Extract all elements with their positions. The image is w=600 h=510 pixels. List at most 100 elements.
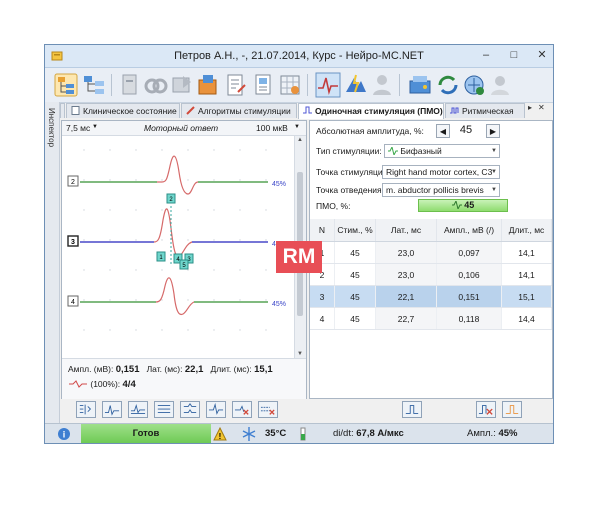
table-row[interactable]: 14523,00,09714,1 [310,241,552,264]
stimulation-settings-panel: Абсолютная амплитуда, %: ◀ 45 ▶ Тип стим… [309,120,553,399]
stack-traces-icon[interactable] [154,401,174,418]
results-table: N Стим., % Лат., мс Ампл., мВ (/) Длит.,… [310,219,552,330]
tab-clinical-state[interactable]: Клиническое состояние [66,103,180,118]
amplitude-decrease-button[interactable]: ◀ [436,124,450,138]
amplitude-label: Абсолютная амплитуда, %: [316,126,424,136]
window-title: Петров А.Н., -, 21.07.2014, Курс - Нейро… [174,50,424,62]
biphasic-icon [388,145,398,157]
evoked-response-plot[interactable]: 2 45% 3 45% 2 1 4 3 5 4 45% [62,136,294,358]
lead-point-select[interactable]: m. abductor pollicis brevis ▼ [382,183,500,197]
tab-close-icon[interactable]: ✕ [538,103,545,112]
didt-value: 67,8 А/мкс [356,428,404,439]
tab-rhythmic[interactable]: Ритмическая [445,103,525,118]
watermark-logo: RM [276,241,322,273]
stim-type-label: Тип стимуляции: [316,146,382,156]
sensitivity-dropdown-icon[interactable]: ▼ [294,124,300,130]
trace-3-response [80,208,268,258]
amplitude-increase-button[interactable]: ▶ [486,124,500,138]
superimpose-icon[interactable] [128,401,148,418]
coil-gray-icon[interactable] [143,72,169,98]
count-value: 4/4 [122,379,136,390]
stimulator-icon[interactable] [343,72,369,98]
save-box-icon[interactable] [195,72,221,98]
delete-pulse-icon[interactable] [476,401,496,418]
chevron-down-icon: ▼ [491,169,497,175]
tab-single-stimulation[interactable]: Одиночная стимуляция (ПМО) [298,103,444,119]
scroll-up-icon[interactable]: ▲ [297,137,303,143]
amp-value: 0,151 [115,364,140,375]
tab-scroll-right-icon[interactable]: ▸ [528,103,532,112]
status-ready: Готов [81,424,211,443]
scroll-down-icon[interactable]: ▼ [297,351,303,357]
report-edit-icon[interactable] [223,72,249,98]
tab-strip: Клиническое состояние Алгоритмы стимуляц… [60,103,553,119]
inspector-label: Инспектор [47,108,56,148]
main-toolbar [45,68,553,103]
patient-tree-icon[interactable] [53,72,79,98]
export-gray-icon[interactable] [169,72,195,98]
trace-overlay-icon[interactable] [76,401,96,418]
inspector-sidebar[interactable]: Инспектор [45,102,60,439]
table-row-selected[interactable]: 3 45 22,1 0,151 15,1 [310,285,552,308]
chevron-down-icon: ▼ [491,148,497,154]
trace-label: 4 [71,299,75,306]
stim-type-select[interactable]: Бифазный ▼ [384,144,500,158]
network-sync-icon[interactable] [461,72,487,98]
title-bar: Петров А.Н., -, 21.07.2014, Курс - Нейро… [45,45,553,68]
temperature-value: 35°C [265,428,287,439]
single-trace-icon[interactable] [206,401,226,418]
evoked-response-panel: 7,5 мс ▼ Моторный ответ 100 мкВ ▼ 2 45% [61,120,307,399]
delete-all-traces-icon[interactable] [258,401,278,418]
algorithm-icon [186,106,195,115]
single-pulse-button[interactable] [402,401,422,418]
trace-2-response [80,155,268,195]
close-button[interactable]: ✕ [535,48,549,62]
dur-value: 15,1 [254,364,273,375]
info-icon[interactable]: i [57,427,71,441]
device-settings-icon[interactable] [407,72,433,98]
amplitude-readout: Ампл.: 45% [467,428,518,439]
sweep-dropdown-icon[interactable]: ▼ [92,124,98,130]
lead-point-label: Точка отведения: [316,185,384,195]
patient-gray-icon[interactable] [369,72,395,98]
table-row[interactable]: 2 45 23,0 0,106 14,1 [310,263,552,286]
protocol-tree-icon[interactable] [81,72,107,98]
print-report-icon[interactable] [251,72,277,98]
document-icon [71,106,80,115]
help-user-icon[interactable] [487,72,513,98]
tab-hidden-edge[interactable] [60,103,65,118]
average-traces-icon[interactable] [102,401,122,418]
refresh-device-icon[interactable] [435,72,461,98]
tab-stim-algorithms[interactable]: Алгоритмы стимуляции [181,103,297,118]
marker-5[interactable]: 5 [179,259,189,270]
rhythm-icon [450,107,459,114]
warning-icon[interactable]: ! [213,427,227,441]
status-amplitude-value: 45% [498,428,518,439]
mode-label: Моторный ответ [144,123,219,133]
response-legend-icon [69,380,87,388]
pmo-indicator: 45 [418,199,508,212]
sweep-select[interactable]: 7,5 мс [66,123,90,133]
marker-1[interactable]: 1 [156,251,166,262]
stim-point-select[interactable]: Right hand motor cortex, C3 ▼ [382,165,500,179]
evoked-response-icon[interactable] [315,72,341,98]
delete-trace-icon[interactable] [232,401,252,418]
status-bar: i Готов ! 35°C di/dt: 67,8 А/мкс Ампл.: … [45,423,553,443]
table-row[interactable]: 4 45 22,7 0,118 14,4 [310,307,552,330]
maximize-button[interactable]: □ [507,48,521,62]
marker-2[interactable]: 2 [166,193,176,204]
document-gray-icon[interactable] [117,72,143,98]
svg-text:i: i [63,430,66,440]
trace-4-percent: 45% [272,301,286,308]
minimize-button[interactable]: – [479,48,493,62]
stim-point-label: Точка стимуляции: [316,167,390,177]
amplitude-value[interactable]: 45 [456,124,476,136]
settings-grid-icon[interactable] [277,72,303,98]
pulse-settings-icon[interactable] [502,401,522,418]
pmo-label: ПМО, %: [316,201,351,211]
sensitivity-select[interactable]: 100 мкВ [256,123,288,133]
didt-readout: di/dt: 67,8 А/мкс [333,428,404,439]
spread-traces-icon[interactable] [180,401,200,418]
trace-2-percent: 45% [272,181,286,188]
lat-value: 22,1 [184,364,204,375]
